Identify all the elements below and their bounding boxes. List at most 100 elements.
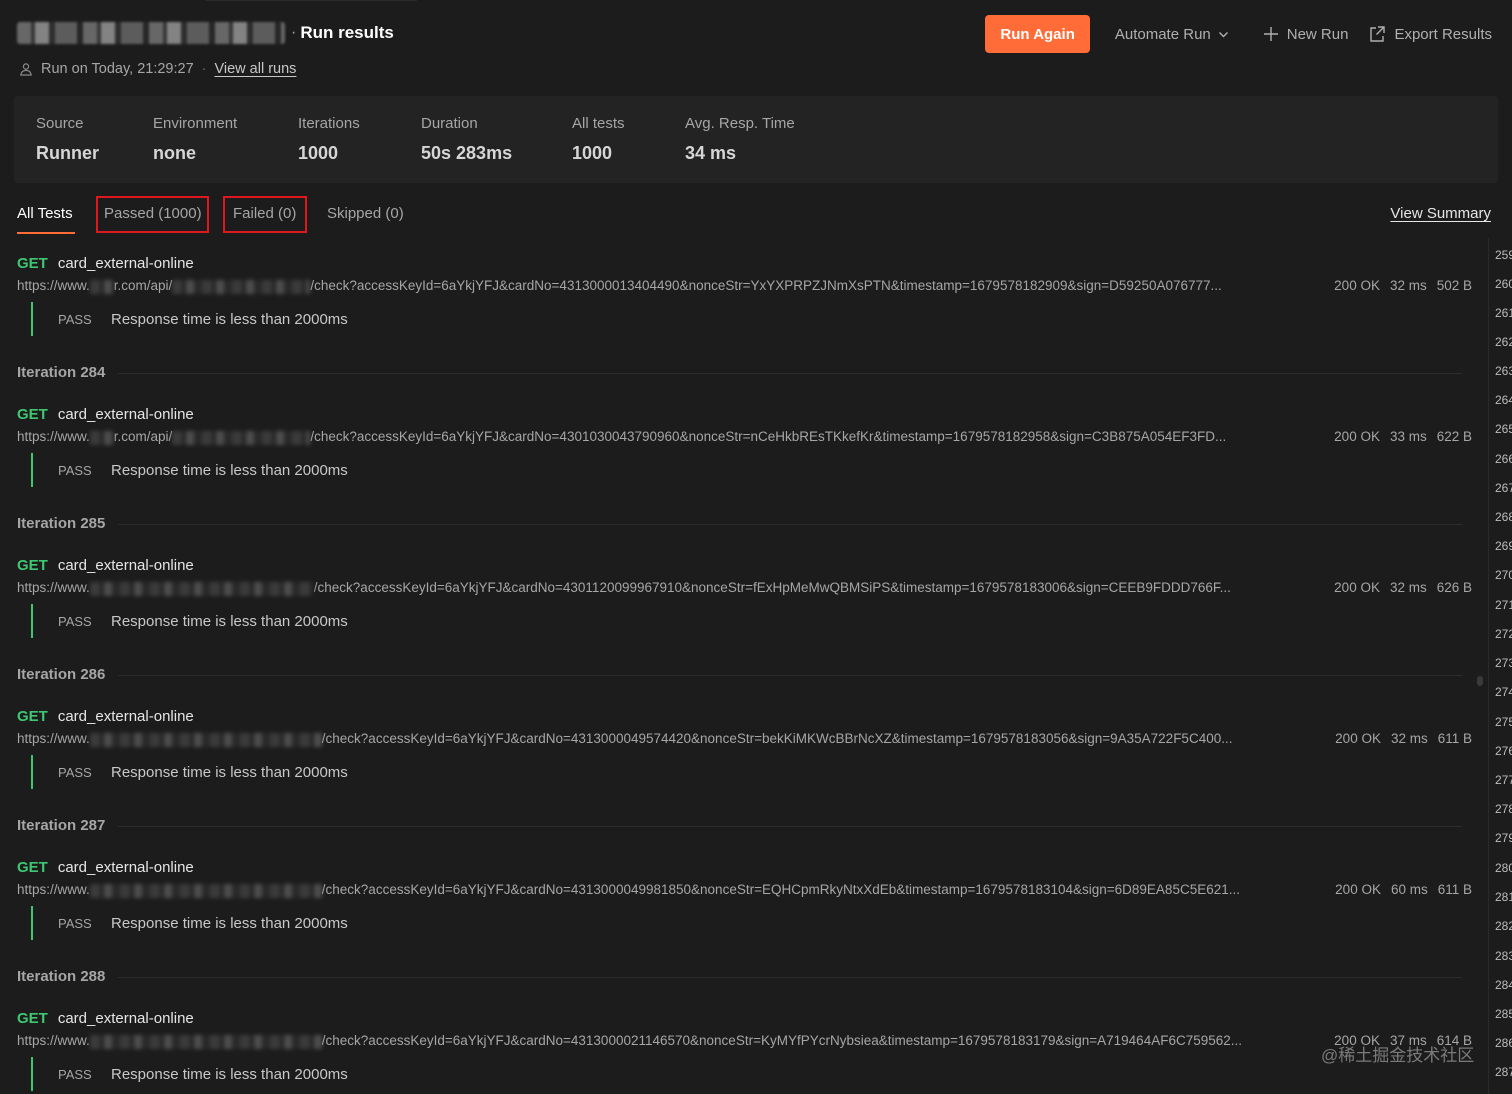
stat-value: 50s 283ms	[421, 143, 513, 163]
meta-separator: ·	[201, 61, 207, 77]
test-result-row: PASS Response time is less than 2000ms	[31, 453, 348, 487]
stat-label: Avg. Resp. Time	[685, 115, 795, 132]
automate-run-label: Automate Run	[1114, 25, 1211, 43]
stat-value: Runner	[36, 143, 99, 163]
gutter-number[interactable]: 268	[1495, 510, 1512, 524]
view-summary-link[interactable]: View Summary	[1390, 205, 1491, 222]
iteration-label: Iteration 287	[17, 817, 106, 834]
new-run-label: New Run	[1286, 25, 1349, 43]
gutter-number[interactable]: 275	[1495, 715, 1512, 729]
gutter-number[interactable]: 270	[1495, 568, 1512, 582]
request-url-row: https://www. /check?accessKeyId=6aYkjYFJ…	[17, 1033, 1472, 1049]
gutter-number[interactable]: 281	[1495, 890, 1512, 904]
gutter-number[interactable]: 269	[1495, 539, 1512, 553]
divider-line	[118, 826, 1462, 827]
request-url-row: https://www. r.com/api/ /check?accessKey…	[17, 429, 1472, 445]
export-results-button[interactable]: Export Results	[1368, 25, 1492, 43]
request-url-row: https://www. /check?accessKeyId=6aYkjYFJ…	[17, 580, 1472, 596]
results-header: · Run results Run on Today, 21:29:27 · V…	[0, 0, 1512, 96]
stat-label: Source	[36, 115, 84, 132]
gutter-number[interactable]: 267	[1495, 481, 1512, 495]
test-name: Response time is less than 2000ms	[111, 1065, 348, 1083]
request-name: card_external-online	[57, 708, 194, 725]
url-path: /check?accessKeyId=6aYkjYFJ&cardNo=43011…	[313, 580, 1231, 595]
gutter-number[interactable]: 274	[1495, 685, 1512, 699]
gutter-number[interactable]: 278	[1495, 802, 1512, 816]
test-result-row: PASS Response time is less than 2000ms	[31, 906, 348, 940]
request-name: card_external-online	[57, 255, 194, 272]
gutter-number[interactable]: 286	[1495, 1036, 1512, 1050]
run-summary-card: Source Runner Environment none Iteration…	[14, 96, 1498, 183]
gutter-number[interactable]: 285	[1495, 1007, 1512, 1021]
url-redacted	[89, 431, 114, 445]
gutter-number[interactable]: 262	[1495, 335, 1512, 349]
gutter-number[interactable]: 271	[1495, 598, 1512, 612]
response-meta: 200 OK 60 ms 611 B	[1335, 882, 1472, 898]
plus-icon	[1263, 27, 1278, 41]
tab-strip-edge	[205, 0, 417, 3]
url-prefix: https://www.	[17, 731, 90, 746]
automate-run-button[interactable]: Automate Run	[1115, 26, 1229, 43]
test-name: Response time is less than 2000ms	[111, 763, 348, 781]
runner-results-window: · Run results Run on Today, 21:29:27 · V…	[0, 0, 1512, 1094]
gutter-number[interactable]: 284	[1495, 978, 1512, 992]
tab-passed[interactable]: Passed (1000)	[104, 205, 202, 222]
gutter-number[interactable]: 273	[1495, 656, 1512, 670]
http-method: GET	[17, 1010, 48, 1027]
gutter-number[interactable]: 277	[1495, 773, 1512, 787]
url-path: /check?accessKeyId=6aYkjYFJ&cardNo=43130…	[310, 278, 1222, 293]
request-url-row: https://www. /check?accessKeyId=6aYkjYFJ…	[17, 731, 1472, 747]
header-actions: Run Again Automate Run New Run Export Re…	[985, 15, 1492, 53]
gutter-number[interactable]: 263	[1495, 364, 1512, 378]
url-redacted	[89, 1035, 322, 1049]
tab-skipped[interactable]: Skipped (0)	[327, 205, 404, 222]
gutter-number[interactable]: 282	[1495, 919, 1512, 933]
test-status: PASS	[58, 311, 92, 327]
request-name: card_external-online	[57, 859, 194, 876]
iteration-index-gutter: 259 260 261 262 263 264 265 266 267 268 …	[1488, 238, 1512, 1094]
divider-line	[118, 977, 1462, 978]
gutter-number[interactable]: 276	[1495, 744, 1512, 758]
test-status: PASS	[58, 462, 92, 478]
gutter-number[interactable]: 261	[1495, 306, 1512, 320]
gutter-number[interactable]: 272	[1495, 627, 1512, 641]
url-prefix: https://www.	[17, 278, 90, 293]
gutter-number[interactable]: 265	[1495, 422, 1512, 436]
gutter-number[interactable]: 264	[1495, 393, 1512, 407]
test-name: Response time is less than 2000ms	[111, 914, 348, 932]
title-row: · Run results	[17, 22, 394, 44]
url-prefix: https://www.	[17, 429, 90, 444]
gutter-number[interactable]: 279	[1495, 831, 1512, 845]
watermark-text: @稀土掘金技术社区	[1321, 1046, 1475, 1065]
response-status: 200 OK	[1335, 882, 1381, 897]
gutter-number[interactable]: 260	[1495, 277, 1512, 291]
url-path: /check?accessKeyId=6aYkjYFJ&cardNo=43130…	[321, 1033, 1243, 1048]
gutter-number[interactable]: 283	[1495, 949, 1512, 963]
view-all-runs-link[interactable]: View all runs	[214, 61, 296, 77]
test-result-row: PASS Response time is less than 2000ms	[31, 755, 348, 789]
scrollbar-thumb[interactable]	[1477, 676, 1483, 686]
url-redacted	[89, 280, 114, 294]
stat-label: Duration	[421, 115, 478, 132]
request-url-row: https://www. /check?accessKeyId=6aYkjYFJ…	[17, 882, 1472, 898]
gutter-number[interactable]: 280	[1495, 861, 1512, 875]
http-method: GET	[17, 255, 48, 272]
test-result-row: PASS Response time is less than 2000ms	[31, 302, 348, 336]
new-run-button[interactable]: New Run	[1263, 25, 1349, 43]
title-separator: ·	[291, 24, 297, 41]
test-name: Response time is less than 2000ms	[111, 612, 348, 630]
tab-failed[interactable]: Failed (0)	[233, 205, 296, 222]
gutter-number[interactable]: 259	[1495, 248, 1512, 262]
test-name: Response time is less than 2000ms	[111, 310, 348, 328]
url-redacted	[89, 884, 322, 898]
stat-value: 1000	[298, 143, 339, 163]
http-method: GET	[17, 708, 48, 725]
active-tab-indicator	[17, 232, 75, 234]
tab-all-tests[interactable]: All Tests	[17, 205, 73, 222]
gutter-number[interactable]: 287	[1495, 1065, 1512, 1079]
test-name: Response time is less than 2000ms	[111, 461, 348, 479]
gutter-number[interactable]: 266	[1495, 452, 1512, 466]
run-again-button[interactable]: Run Again	[985, 15, 1090, 53]
run-timestamp: Run on Today, 21:29:27	[41, 61, 194, 77]
result-filter-tabs: All Tests Passed (1000) Failed (0) Skipp…	[17, 196, 1497, 237]
